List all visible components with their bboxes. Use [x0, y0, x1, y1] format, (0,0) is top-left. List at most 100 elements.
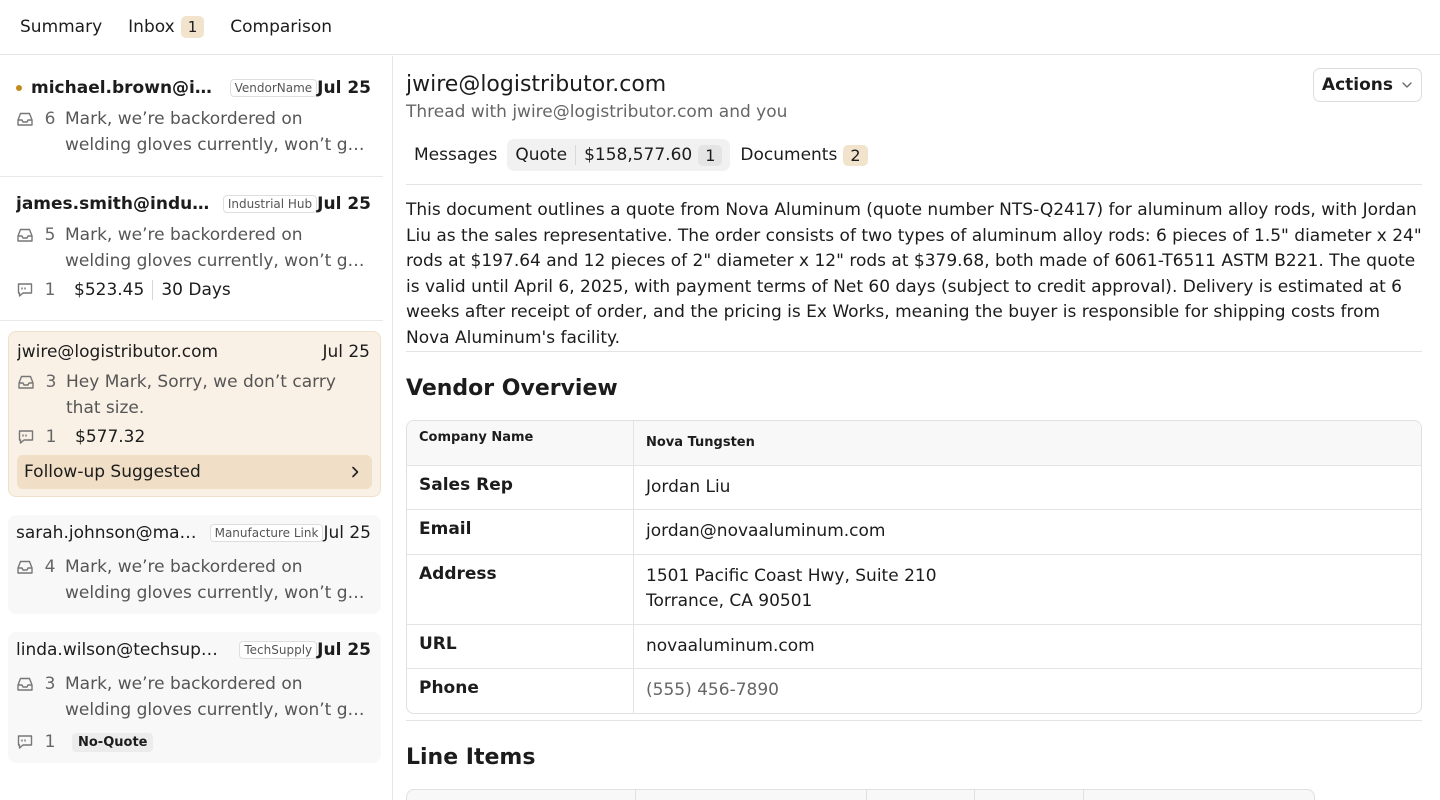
thread-preview: Hey Mark, Sorry, we don’t carry that siz… — [66, 369, 370, 421]
table-row: URL novaaluminum.com — [407, 623, 1421, 669]
inbox-count-badge: 1 — [180, 16, 205, 38]
no-quote-badge: No-Quote — [72, 732, 154, 752]
address-line2: Torrance, CA 90501 — [646, 591, 813, 611]
thread-item[interactable]: linda.wilson@techsupply.... TechSupply J… — [8, 632, 381, 763]
inbox-tray-icon — [18, 375, 34, 389]
nav-comparison-label: Comparison — [230, 17, 333, 37]
thread-date: Jul 25 — [317, 78, 371, 98]
table-column — [636, 790, 867, 800]
url-value[interactable]: novaaluminum.com — [634, 625, 1421, 669]
phone-label: Phone — [407, 669, 634, 713]
table-row: Address 1501 Pacific Coast Hwy, Suite 21… — [407, 553, 1421, 624]
thread-item[interactable]: sarah.johnson@man... Manufacture Link Ju… — [8, 515, 381, 614]
thread-preview-text: Mark, we’re backordered on welding glove… — [65, 674, 365, 720]
nav-comparison[interactable]: Comparison — [230, 17, 332, 37]
vendor-overview-title: Vendor Overview — [406, 376, 618, 401]
table-column — [407, 790, 636, 800]
quote-count-badge: 1 — [698, 144, 723, 166]
divider — [406, 351, 1422, 352]
address-value: 1501 Pacific Coast Hwy, Suite 210 Torran… — [634, 555, 1421, 624]
vendor-tag: VendorName — [229, 79, 318, 97]
quote-amount: $523.45 — [74, 280, 145, 300]
email-value[interactable]: jordan@novaaluminum.com — [634, 510, 1421, 554]
quote-message-icon — [18, 430, 34, 444]
phone-value: (555) 456-7890 — [646, 680, 779, 700]
quote-total: $158,577.60 — [575, 145, 692, 165]
unread-dot-icon — [16, 85, 22, 91]
message-count: 3 — [45, 372, 57, 392]
follow-up-label: Follow-up Suggested — [24, 462, 201, 482]
table-row: Sales Rep Jordan Liu — [407, 464, 1421, 509]
table-row: Email jordan@novaaluminum.com — [407, 509, 1421, 554]
chevron-right-icon — [352, 466, 359, 478]
table-row: Company Name Nova Tungsten — [407, 421, 1421, 465]
tab-messages-label: Messages — [414, 145, 498, 165]
vendor-tag: TechSupply — [239, 641, 318, 659]
line-items-title: Line Items — [406, 745, 536, 770]
thread-sender: linda.wilson@techsupply.... — [16, 640, 228, 660]
thread-sender: jwire@logistributor.com — [17, 342, 219, 362]
thread-preview-text: Mark, we’re backordered on welding glove… — [65, 225, 365, 271]
nav-inbox[interactable]: Inbox 1 — [128, 16, 205, 38]
thread-preview-text: Hey Mark, Sorry, we don’t carry that siz… — [66, 372, 336, 418]
table-row: Phone (555) 456-7890 — [407, 668, 1421, 713]
sales-rep-value: Jordan Liu — [646, 476, 731, 497]
tab-documents-label: Documents — [740, 145, 838, 165]
address-label: Address — [407, 554, 634, 624]
tab-quote[interactable]: Quote $158,577.60 1 — [507, 139, 731, 171]
documents-count-badge: 2 — [843, 144, 868, 166]
thread-list: michael.brown@ind... VendorName Jul 25 6… — [0, 56, 393, 800]
message-count: 5 — [44, 225, 56, 245]
actions-label: Actions — [1321, 75, 1393, 95]
divider — [0, 176, 383, 177]
top-nav: Summary Inbox 1 Comparison — [0, 0, 1440, 55]
thread-item-active[interactable]: jwire@logistributor.com Jul 25 3 Hey Mar… — [8, 331, 381, 497]
tab-quote-label: Quote — [515, 145, 568, 165]
thread-detail: jwire@logistributor.com Thread with jwir… — [406, 56, 1422, 800]
email-label: Email — [407, 510, 634, 554]
quote-amount: $577.32 — [75, 427, 146, 447]
vendor-tag: Industrial Hub — [222, 195, 318, 213]
actions-button[interactable]: Actions — [1312, 68, 1422, 102]
chevron-down-icon — [1402, 82, 1412, 88]
vendor-tag: Manufacture Link — [209, 524, 324, 542]
message-count: 6 — [44, 109, 56, 129]
nav-inbox-label: Inbox — [128, 17, 175, 37]
inbox-tray-icon — [17, 228, 33, 242]
follow-up-suggested-button[interactable]: Follow-up Suggested — [17, 455, 372, 489]
thread-date: Jul 25 — [317, 194, 371, 214]
thread-preview: Mark, we’re backordered on welding glove… — [65, 671, 371, 723]
quote-terms: 30 Days — [152, 280, 231, 300]
tab-documents[interactable]: Documents 2 — [732, 139, 875, 171]
url-label: URL — [407, 624, 634, 668]
table-column — [867, 790, 975, 800]
thread-date: Jul 25 — [317, 640, 371, 660]
quote-message-icon — [17, 283, 33, 297]
thread-sender: james.smith@industr... — [16, 194, 211, 214]
inbox-tray-icon — [17, 560, 33, 574]
thread-title: jwire@logistributor.com — [406, 72, 667, 97]
thread-item[interactable]: michael.brown@ind... VendorName Jul 25 6… — [0, 66, 383, 177]
quote-summary: This document outlines a quote from Nova… — [406, 200, 1422, 348]
company-name-label: Company Name — [407, 421, 634, 465]
message-count: 3 — [44, 674, 56, 694]
thread-sender: sarah.johnson@man... — [16, 523, 198, 543]
inbox-tray-icon — [17, 677, 33, 691]
quote-count: 1 — [44, 280, 56, 300]
address-line1: 1501 Pacific Coast Hwy, Suite 210 — [646, 565, 937, 586]
thread-subtitle: Thread with jwire@logistributor.com and … — [406, 102, 788, 122]
tab-messages[interactable]: Messages — [406, 139, 505, 171]
nav-summary-label: Summary — [20, 17, 103, 37]
thread-tabs: Messages Quote $158,577.60 1 Documents 2 — [406, 139, 1422, 185]
company-name-value: Nova Tungsten — [646, 435, 755, 450]
thread-preview-text: Mark, we’re backordered on welding glove… — [65, 557, 365, 603]
nav-summary[interactable]: Summary — [20, 17, 102, 37]
quote-count: 1 — [45, 427, 57, 447]
vendor-overview-table: Company Name Nova Tungsten Sales Rep Jor… — [406, 420, 1422, 714]
thread-preview: Mark, we’re backordered on welding glove… — [65, 554, 371, 606]
thread-date: Jul 25 — [323, 523, 371, 543]
quote-count: 1 — [44, 732, 56, 752]
thread-item[interactable]: james.smith@industr... Industrial Hub Ju… — [0, 182, 383, 321]
thread-sender: michael.brown@ind... — [31, 78, 218, 98]
message-count: 4 — [44, 557, 56, 577]
